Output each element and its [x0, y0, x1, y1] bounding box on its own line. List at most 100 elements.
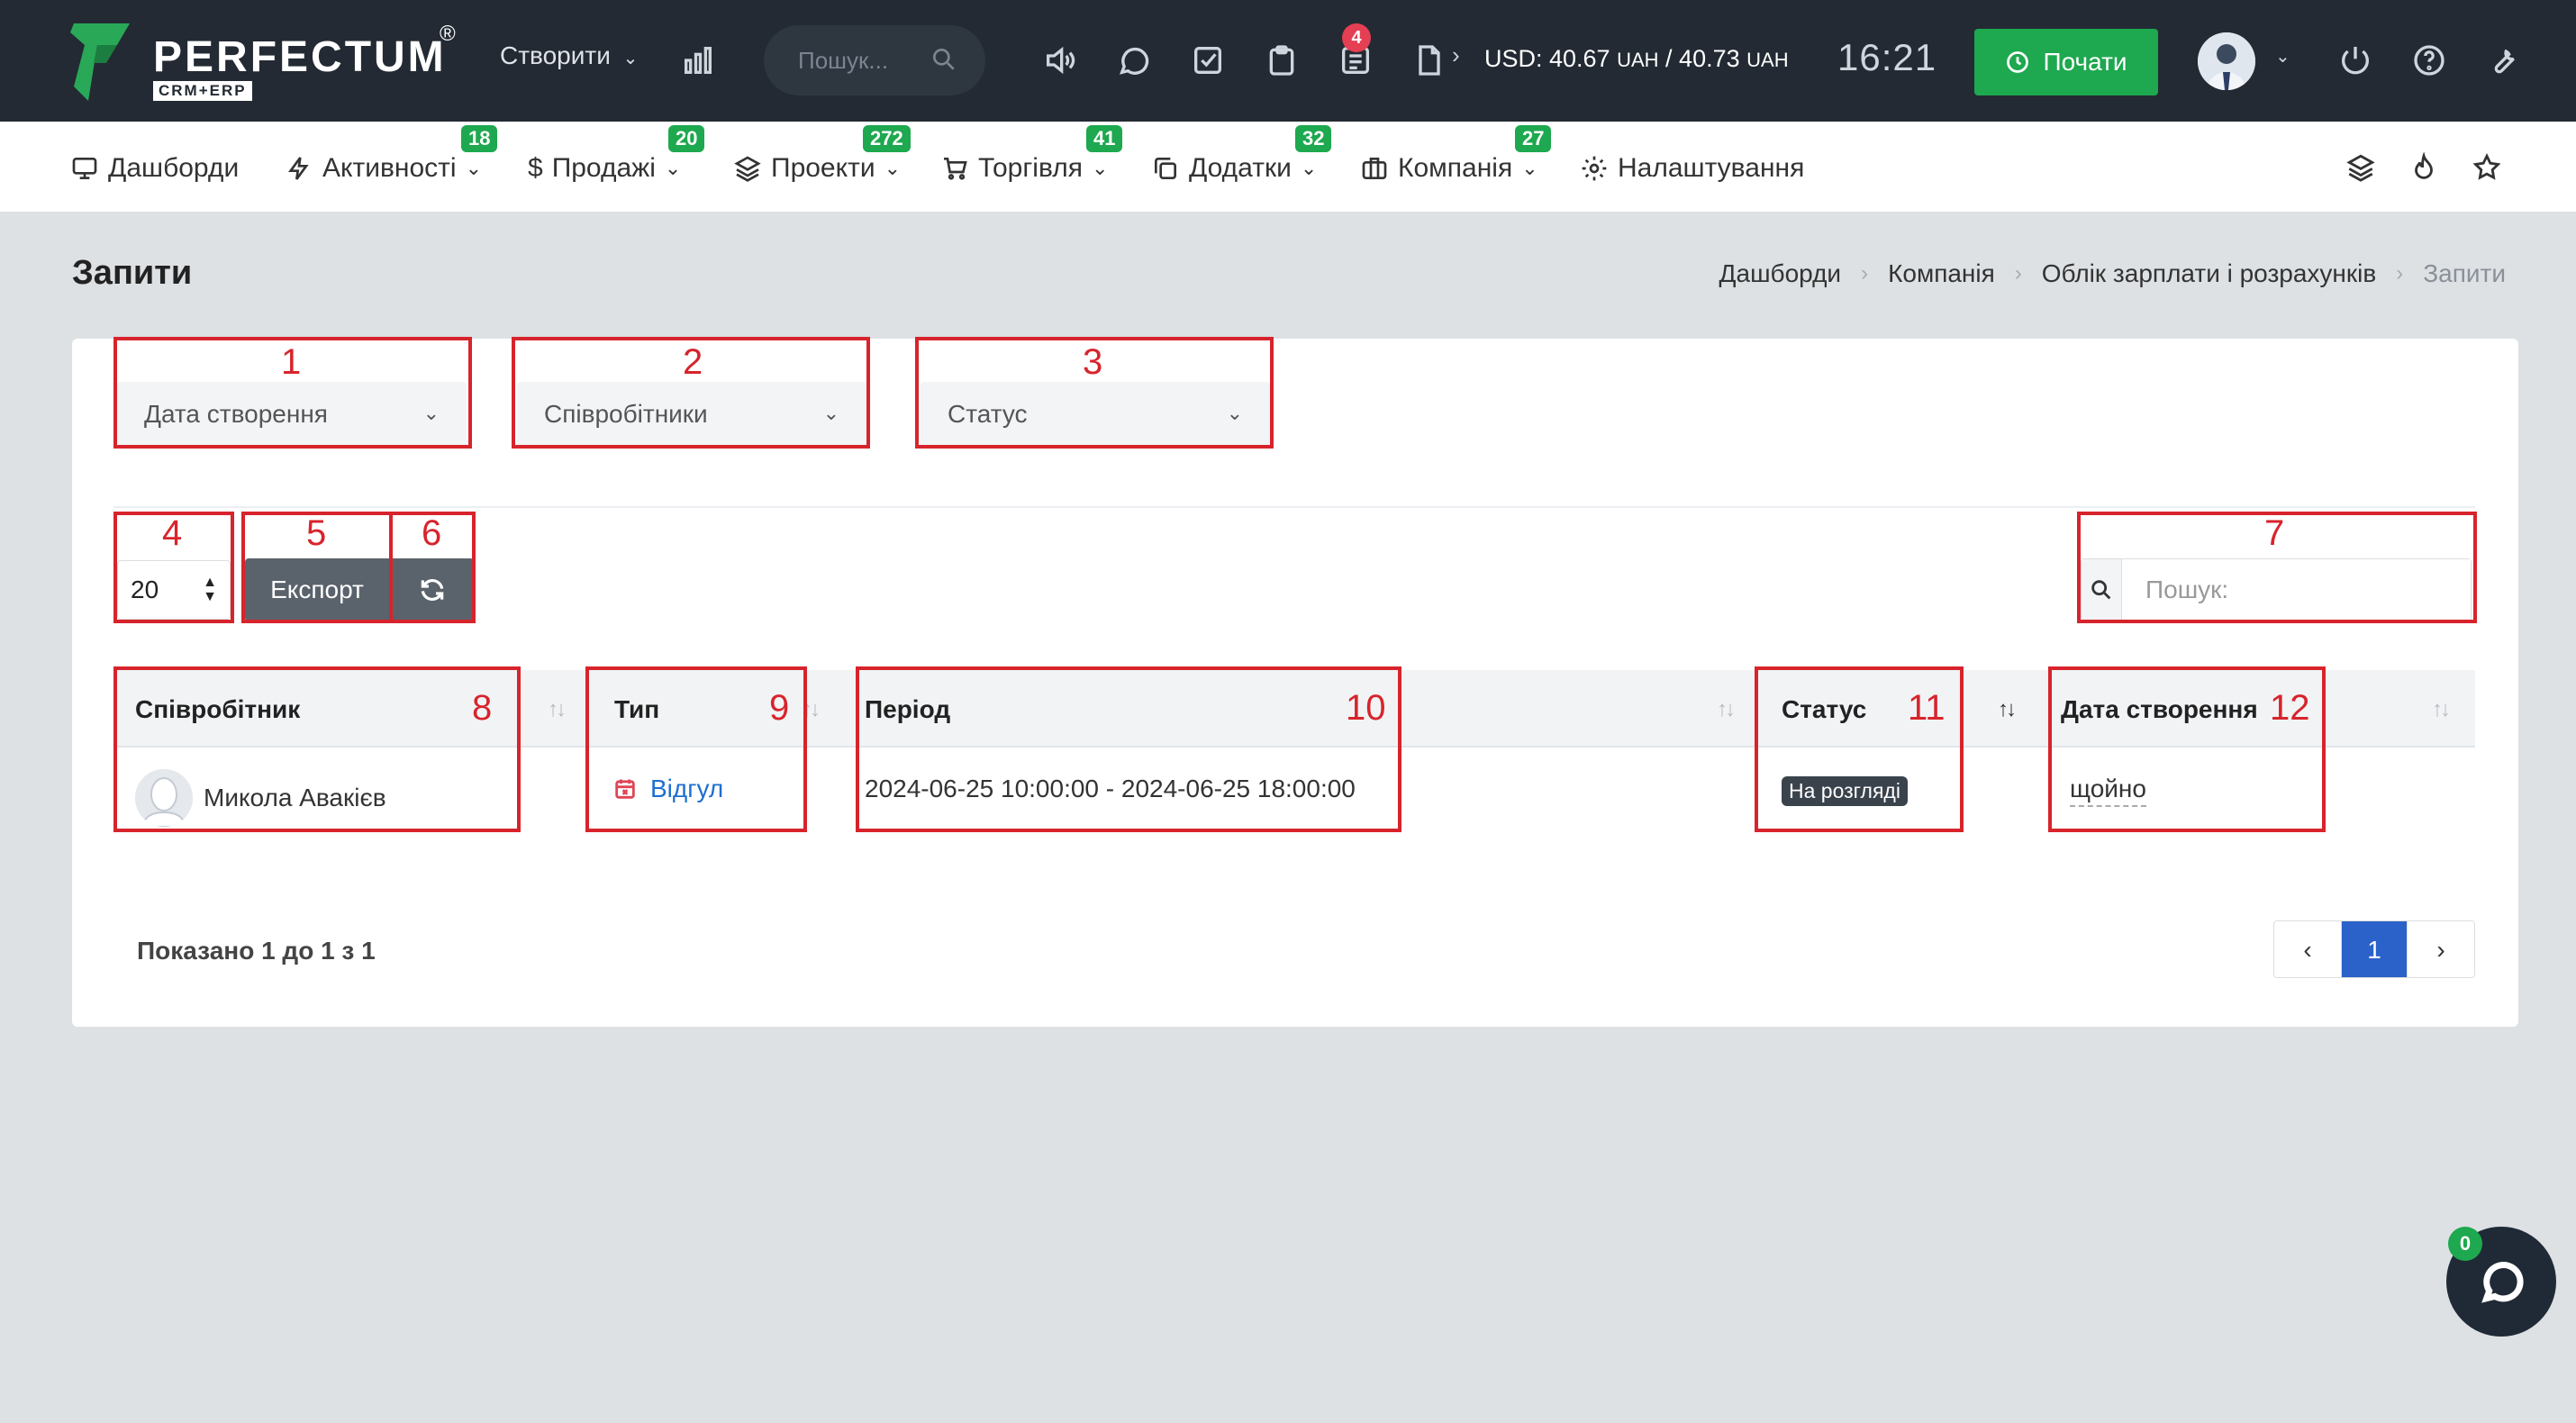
chevron-down-icon: ⌄ — [664, 157, 682, 179]
nav-badge: 272 — [863, 125, 911, 152]
uah-unit-2: UAH — [1746, 49, 1789, 71]
annotation-number-1: 1 — [281, 342, 302, 382]
currency-rates: USD: 40.67 UAH / 40.73 UAH — [1484, 45, 1789, 73]
chat-icon — [2481, 1262, 2524, 1303]
start-timer-button[interactable]: Почати — [1974, 29, 2158, 95]
divider — [113, 506, 2475, 508]
pagination: ‹ 1 › — [2273, 920, 2475, 978]
annotation-number-7: 7 — [2264, 513, 2285, 553]
start-label: Почати — [2043, 48, 2127, 76]
breadcrumb-current: Запити — [2423, 259, 2506, 287]
nav-item-sales[interactable]: $ Продажі ⌄ 20 — [528, 125, 705, 188]
nav-item-activities[interactable]: Активності ⌄ 18 — [285, 125, 498, 188]
bar-chart-icon[interactable] — [677, 40, 719, 81]
dollar-icon: $ — [528, 153, 543, 183]
nav-badge: 18 — [461, 125, 498, 152]
power-icon[interactable] — [2335, 40, 2376, 81]
lightning-icon — [288, 157, 309, 180]
annotation-number-9: 9 — [769, 688, 790, 728]
main-nav: Дашборди Активності ⌄ 18 $ Продажі ⌄ 20 … — [0, 122, 2576, 212]
chevron-right-icon: › — [1452, 41, 1460, 68]
breadcrumb: Дашборди › Компанія › Облік зарплати і р… — [1719, 259, 2506, 288]
fire-icon[interactable] — [2408, 151, 2444, 188]
pagination-next-button[interactable]: › — [2408, 921, 2474, 977]
chevron-down-icon: ⌄ — [1521, 157, 1538, 179]
nav-item-company[interactable]: Компанія ⌄ 27 — [1360, 125, 1552, 188]
nav-item-trade[interactable]: Торгівля ⌄ 41 — [940, 125, 1123, 188]
nav-label: Продажі — [551, 153, 656, 183]
user-avatar[interactable] — [2198, 32, 2255, 90]
pagination-prev-button[interactable]: ‹ — [2274, 921, 2341, 977]
nav-badge: 20 — [668, 125, 705, 152]
copy-icon — [1155, 158, 1176, 179]
user-menu-chevron-icon[interactable]: ⌄ — [2275, 45, 2290, 68]
create-dropdown[interactable]: Створити ⌄ — [500, 41, 638, 70]
chevron-right-icon: › — [1861, 261, 1869, 286]
annotation-number-12: 12 — [2270, 688, 2310, 728]
pagination-page-button[interactable]: 1 — [2341, 921, 2408, 977]
sort-icon[interactable]: ↑↓ — [548, 697, 567, 722]
nav-label: Торгівля — [978, 153, 1083, 183]
nav-item-projects[interactable]: Проекти ⌄ 272 — [733, 125, 911, 188]
sort-desc-icon[interactable]: ↑↓ — [1998, 697, 2017, 722]
nav-label: Проекти — [771, 153, 875, 183]
chevron-right-icon: › — [2014, 261, 2022, 286]
annotation-box-10 — [856, 666, 1401, 832]
registered-mark: ® — [440, 22, 456, 46]
clock-icon — [2007, 51, 2029, 73]
create-label: Створити — [500, 41, 611, 69]
nav-badge: 41 — [1086, 125, 1123, 152]
nav-label: Дашборди — [108, 153, 240, 183]
sort-icon[interactable]: ↑↓ — [2432, 697, 2451, 722]
monitor-icon — [72, 158, 97, 179]
chevron-down-icon: ⌄ — [622, 49, 639, 68]
layers-icon — [734, 156, 761, 182]
uah-rate-2: / 40.73 — [1658, 45, 1740, 72]
breadcrumb-item[interactable]: Дашборди — [1719, 259, 1842, 288]
nav-label: Активності — [322, 153, 457, 183]
logo-text: PERFECTUM — [153, 33, 447, 81]
document-icon[interactable] — [1409, 40, 1450, 81]
speaker-icon[interactable] — [1039, 40, 1081, 81]
uah-unit: UAH — [1617, 49, 1659, 71]
clipboard-icon[interactable] — [1261, 40, 1302, 81]
user-photo-icon — [2198, 32, 2255, 90]
help-icon[interactable] — [2408, 40, 2450, 81]
annotation-number-2: 2 — [683, 342, 703, 382]
layers-toggle-icon[interactable] — [2345, 152, 2381, 188]
annotation-number-3: 3 — [1083, 342, 1103, 382]
star-icon[interactable] — [2472, 152, 2508, 188]
chevron-right-icon: › — [2396, 261, 2404, 286]
checkbox-tasks-icon[interactable] — [1187, 40, 1229, 81]
sort-icon[interactable]: ↑↓ — [1717, 697, 1736, 722]
nav-label: Налаштування — [1618, 153, 1805, 183]
annotation-number-4: 4 — [162, 513, 183, 553]
chat-badge: 0 — [2448, 1227, 2482, 1261]
annotation-number-10: 10 — [1346, 688, 1386, 728]
nav-label: Компанія — [1398, 153, 1513, 183]
page-title: Запити — [72, 254, 193, 292]
breadcrumb-item[interactable]: Облік зарплати і розрахунків — [2042, 259, 2376, 288]
top-bar: PERFECTUM CRM+ERP ® Створити ⌄ Пошук... … — [0, 0, 2576, 122]
chat-bubble-icon[interactable] — [1113, 40, 1155, 81]
gear-icon — [1582, 156, 1607, 181]
top-search-input[interactable]: Пошук... — [764, 25, 985, 95]
logo[interactable]: PERFECTUM CRM+ERP ® — [70, 22, 467, 103]
nav-item-addons[interactable]: Додатки ⌄ 32 — [1151, 125, 1332, 188]
annotation-number-8: 8 — [472, 688, 493, 728]
annotation-number-5: 5 — [306, 513, 327, 553]
annotation-box-8 — [113, 666, 521, 832]
nav-item-dashboards[interactable]: Дашборди — [70, 149, 239, 188]
annotation-number-6: 6 — [422, 513, 442, 553]
nav-item-settings[interactable]: Налаштування — [1580, 149, 1804, 188]
chevron-down-icon: ⌄ — [1300, 157, 1318, 179]
chevron-down-icon: ⌄ — [884, 157, 902, 179]
wrench-icon[interactable] — [2482, 40, 2524, 81]
cart-icon — [944, 158, 967, 180]
records-shown-info: Показано 1 до 1 з 1 — [137, 937, 376, 965]
search-icon — [933, 48, 955, 70]
logo-mark-icon — [70, 23, 130, 101]
notifications-badge: 4 — [1342, 23, 1371, 52]
top-search-placeholder: Пошук... — [798, 46, 889, 74]
breadcrumb-item[interactable]: Компанія — [1888, 259, 1995, 288]
